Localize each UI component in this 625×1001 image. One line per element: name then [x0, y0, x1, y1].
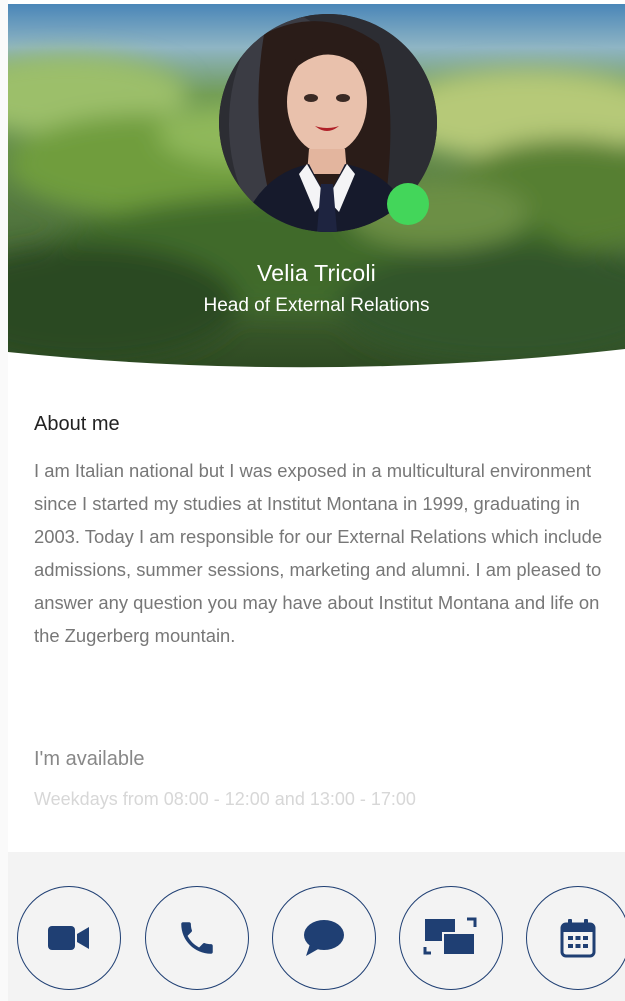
- page-left-edge: [0, 0, 8, 1001]
- calendar-icon: [560, 919, 596, 958]
- profile-hero: Velia Tricoli Head of External Relations: [8, 4, 625, 368]
- chat-bubble-icon: [304, 920, 344, 956]
- profile-role: Head of External Relations: [203, 295, 430, 316]
- action-bar: [8, 852, 625, 1001]
- screen-share-button[interactable]: [399, 886, 503, 990]
- video-call-button[interactable]: [17, 886, 121, 990]
- profile-card: Velia Tricoli Head of External Relations…: [8, 4, 625, 1001]
- availability-text: Weekdays from 08:00 - 12:00 and 13:00 - …: [34, 789, 416, 809]
- chat-button[interactable]: [272, 886, 376, 990]
- availability-heading: I'm available: [34, 748, 145, 770]
- schedule-meeting-button[interactable]: [526, 886, 625, 990]
- about-text: I am Italian national but I was exposed …: [34, 460, 603, 646]
- phone-icon: [181, 922, 213, 954]
- screen-share-icon: [423, 917, 477, 956]
- online-status-indicator: [387, 183, 429, 225]
- phone-call-button[interactable]: [145, 886, 249, 990]
- video-camera-icon: [48, 926, 89, 950]
- about-heading: About me: [34, 413, 120, 435]
- profile-name: Velia Tricoli: [257, 260, 376, 286]
